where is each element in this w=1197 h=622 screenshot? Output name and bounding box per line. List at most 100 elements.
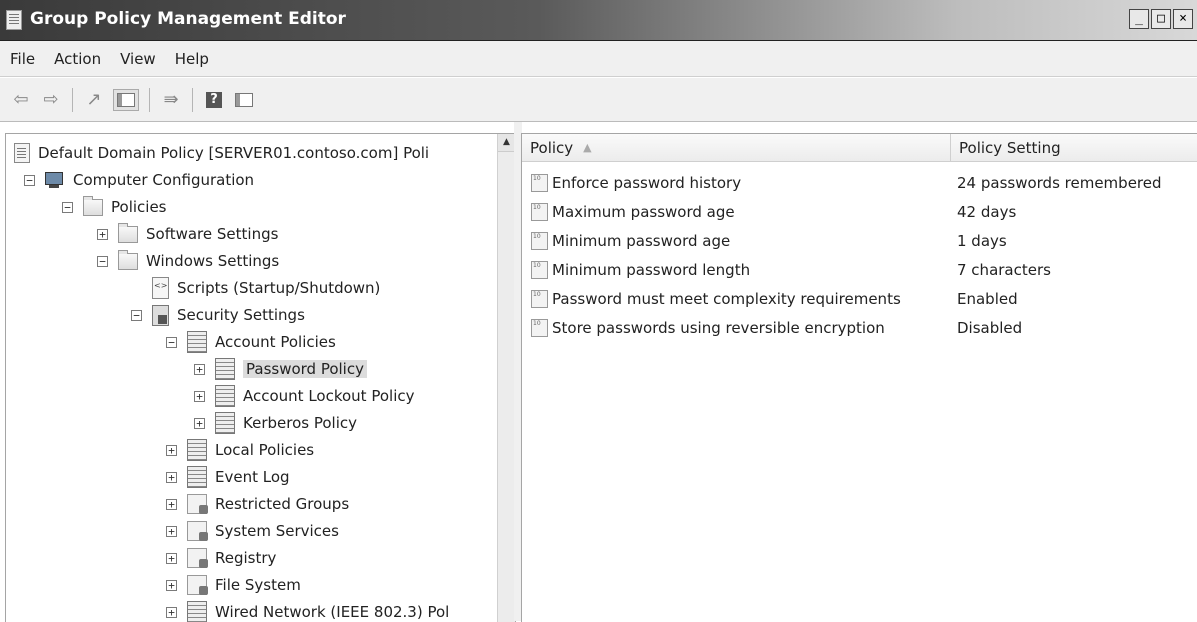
tree-item-default-domain-policy[interactable]: Default Domain Policy [SERVER01.contoso.… bbox=[14, 140, 429, 166]
folder-icon bbox=[83, 195, 103, 216]
policy-name: Password must meet complexity requiremen… bbox=[552, 289, 901, 308]
scroll-up-icon[interactable]: ▲ bbox=[498, 134, 515, 152]
collapse-toggle[interactable]: − bbox=[24, 174, 35, 186]
toolbar-separator bbox=[149, 87, 150, 112]
policy-setting-icon bbox=[531, 173, 548, 192]
policy-container-icon bbox=[187, 439, 207, 461]
tree-item-label: File System bbox=[215, 576, 301, 594]
tree-item-windows-settings[interactable]: − Windows Settings bbox=[97, 248, 279, 274]
tree-item-kerberos-policy[interactable]: + Kerberos Policy bbox=[194, 410, 357, 436]
tree-item-label: Wired Network (IEEE 802.3) Pol bbox=[215, 603, 450, 621]
list-row[interactable]: Password must meet complexity requiremen… bbox=[522, 284, 1197, 313]
policy-container-icon bbox=[187, 466, 207, 488]
forward-arrow-icon[interactable]: ⇨ bbox=[40, 89, 62, 111]
expand-toggle[interactable]: + bbox=[166, 606, 177, 618]
tree-item-file-system[interactable]: + File System bbox=[166, 572, 301, 598]
expand-toggle[interactable]: + bbox=[166, 498, 177, 510]
tree-item-account-policies[interactable]: − Account Policies bbox=[166, 329, 336, 355]
tree-item-scripts[interactable]: Scripts (Startup/Shutdown) bbox=[131, 275, 380, 301]
policy-name: Enforce password history bbox=[552, 173, 742, 192]
policy-setting-icon bbox=[531, 318, 548, 337]
locked-folder-icon bbox=[187, 494, 208, 514]
list-row[interactable]: Enforce password history 24 passwords re… bbox=[522, 168, 1197, 197]
tree-item-label: Account Lockout Policy bbox=[243, 387, 415, 405]
expand-toggle[interactable]: + bbox=[97, 228, 108, 240]
expand-toggle[interactable]: + bbox=[166, 471, 177, 483]
expand-toggle[interactable]: + bbox=[194, 363, 205, 375]
expand-toggle[interactable]: + bbox=[194, 417, 205, 429]
export-list-icon[interactable]: ⇛ bbox=[160, 89, 182, 111]
tree-item-computer-configuration[interactable]: − Computer Configuration bbox=[24, 167, 254, 193]
tree-item-registry[interactable]: + Registry bbox=[166, 545, 276, 571]
policy-container-icon bbox=[187, 331, 207, 353]
column-header-label: Policy Setting bbox=[959, 138, 1061, 157]
column-header-label: Policy bbox=[530, 138, 574, 157]
menu-file[interactable]: File bbox=[10, 50, 35, 68]
help-icon[interactable]: ? bbox=[203, 89, 225, 111]
tree-item-system-services[interactable]: + System Services bbox=[166, 518, 339, 544]
tree-item-restricted-groups[interactable]: + Restricted Groups bbox=[166, 491, 349, 517]
list-row[interactable]: Minimum password age 1 days bbox=[522, 226, 1197, 255]
collapse-toggle[interactable]: − bbox=[97, 255, 108, 267]
list-row[interactable]: Store passwords using reversible encrypt… bbox=[522, 313, 1197, 342]
toolbar: ⇦ ⇨ ↗ ⇛ ? bbox=[0, 78, 1197, 122]
column-header-policy-setting[interactable]: Policy Setting bbox=[951, 134, 1197, 161]
tree-item-label: Account Policies bbox=[215, 333, 336, 351]
tree-item-event-log[interactable]: + Event Log bbox=[166, 464, 290, 490]
policy-container-icon bbox=[215, 358, 235, 380]
collapse-toggle[interactable]: − bbox=[166, 336, 177, 348]
list-row[interactable]: Maximum password age 42 days bbox=[522, 197, 1197, 226]
tree-item-label: Restricted Groups bbox=[215, 495, 350, 513]
menu-view[interactable]: View bbox=[120, 50, 156, 68]
locked-folder-icon bbox=[187, 575, 208, 595]
policy-setting-value: 42 days bbox=[957, 202, 1017, 221]
network-policy-icon bbox=[187, 601, 207, 622]
policy-document-icon bbox=[14, 143, 30, 163]
tree-vertical-scrollbar[interactable]: ▲ bbox=[497, 134, 515, 622]
policy-setting-value: 24 passwords remembered bbox=[957, 173, 1162, 192]
menu-action[interactable]: Action bbox=[54, 50, 101, 68]
locked-folder-icon bbox=[187, 521, 208, 541]
list-header: Policy ▲ Policy Setting bbox=[522, 134, 1197, 162]
toolbar-separator bbox=[192, 87, 193, 112]
tree-item-security-settings[interactable]: − Security Settings bbox=[131, 302, 305, 328]
tree-item-software-settings[interactable]: + Software Settings bbox=[97, 221, 278, 247]
policy-name: Minimum password age bbox=[552, 231, 731, 250]
show-action-pane-icon[interactable] bbox=[233, 89, 255, 111]
tree-item-label: Password Policy bbox=[243, 360, 367, 378]
expand-toggle[interactable]: + bbox=[166, 579, 177, 591]
app-icon bbox=[6, 10, 22, 30]
tree-item-account-lockout-policy[interactable]: + Account Lockout Policy bbox=[194, 383, 414, 409]
collapse-toggle[interactable]: − bbox=[131, 309, 142, 321]
minimize-button[interactable]: _ bbox=[1129, 9, 1149, 29]
list-row[interactable]: Minimum password length 7 characters bbox=[522, 255, 1197, 284]
tree-item-label: Policies bbox=[111, 198, 167, 216]
console-tree[interactable]: Default Domain Policy [SERVER01.contoso.… bbox=[5, 133, 516, 622]
title-bar: Group Policy Management Editor _ □ × bbox=[0, 0, 1197, 41]
tree-item-label: Kerberos Policy bbox=[243, 414, 357, 432]
policy-name: Minimum password length bbox=[552, 260, 751, 279]
expand-toggle[interactable]: + bbox=[194, 390, 205, 402]
column-header-policy[interactable]: Policy ▲ bbox=[522, 134, 951, 161]
tree-item-password-policy[interactable]: + Password Policy bbox=[194, 356, 367, 382]
back-arrow-icon[interactable]: ⇦ bbox=[10, 89, 32, 111]
tree-item-policies[interactable]: − Policies bbox=[62, 194, 166, 220]
policy-setting-icon bbox=[531, 231, 548, 250]
expand-toggle[interactable]: + bbox=[166, 552, 177, 564]
maximize-button[interactable]: □ bbox=[1151, 9, 1171, 29]
window-controls: _ □ × bbox=[1129, 9, 1193, 29]
tree-item-wired-network[interactable]: + Wired Network (IEEE 802.3) Pol bbox=[166, 599, 449, 622]
policy-setting-value: 7 characters bbox=[957, 260, 1051, 279]
policy-setting-icon bbox=[531, 260, 548, 279]
details-pane: Policy ▲ Policy Setting Enforce password… bbox=[521, 133, 1197, 622]
close-button[interactable]: × bbox=[1173, 9, 1193, 29]
expand-toggle[interactable]: + bbox=[166, 525, 177, 537]
show-hide-tree-icon[interactable] bbox=[113, 88, 139, 111]
policy-setting-icon bbox=[531, 289, 548, 308]
up-level-icon[interactable]: ↗ bbox=[83, 89, 105, 111]
collapse-toggle[interactable]: − bbox=[62, 201, 73, 213]
expand-toggle[interactable]: + bbox=[166, 444, 177, 456]
menu-help[interactable]: Help bbox=[175, 50, 209, 68]
tree-item-local-policies[interactable]: + Local Policies bbox=[166, 437, 314, 463]
folder-icon bbox=[118, 222, 138, 243]
